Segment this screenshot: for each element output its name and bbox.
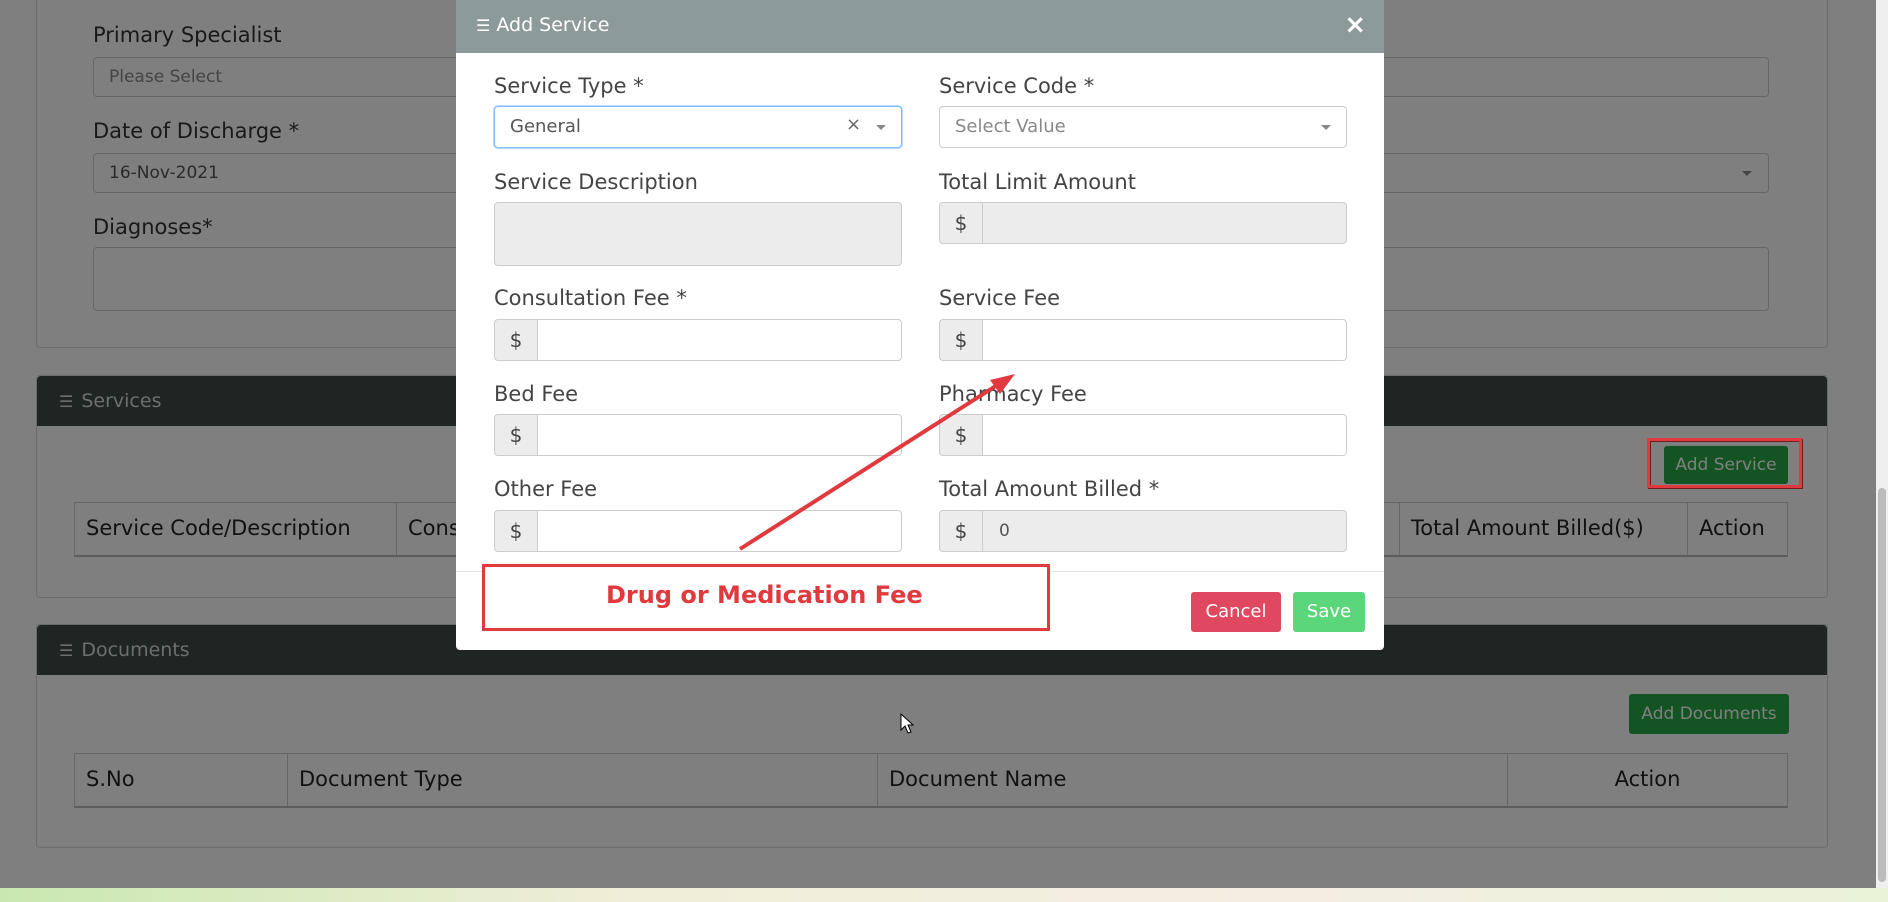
annotation-callout-text: Drug or Medication Fee [606,581,923,609]
annotation-arrow-line [738,380,1004,551]
annotation-arrow-head [990,374,1015,394]
annotation-arrow [738,374,1015,551]
mouse-cursor-icon [900,713,915,734]
